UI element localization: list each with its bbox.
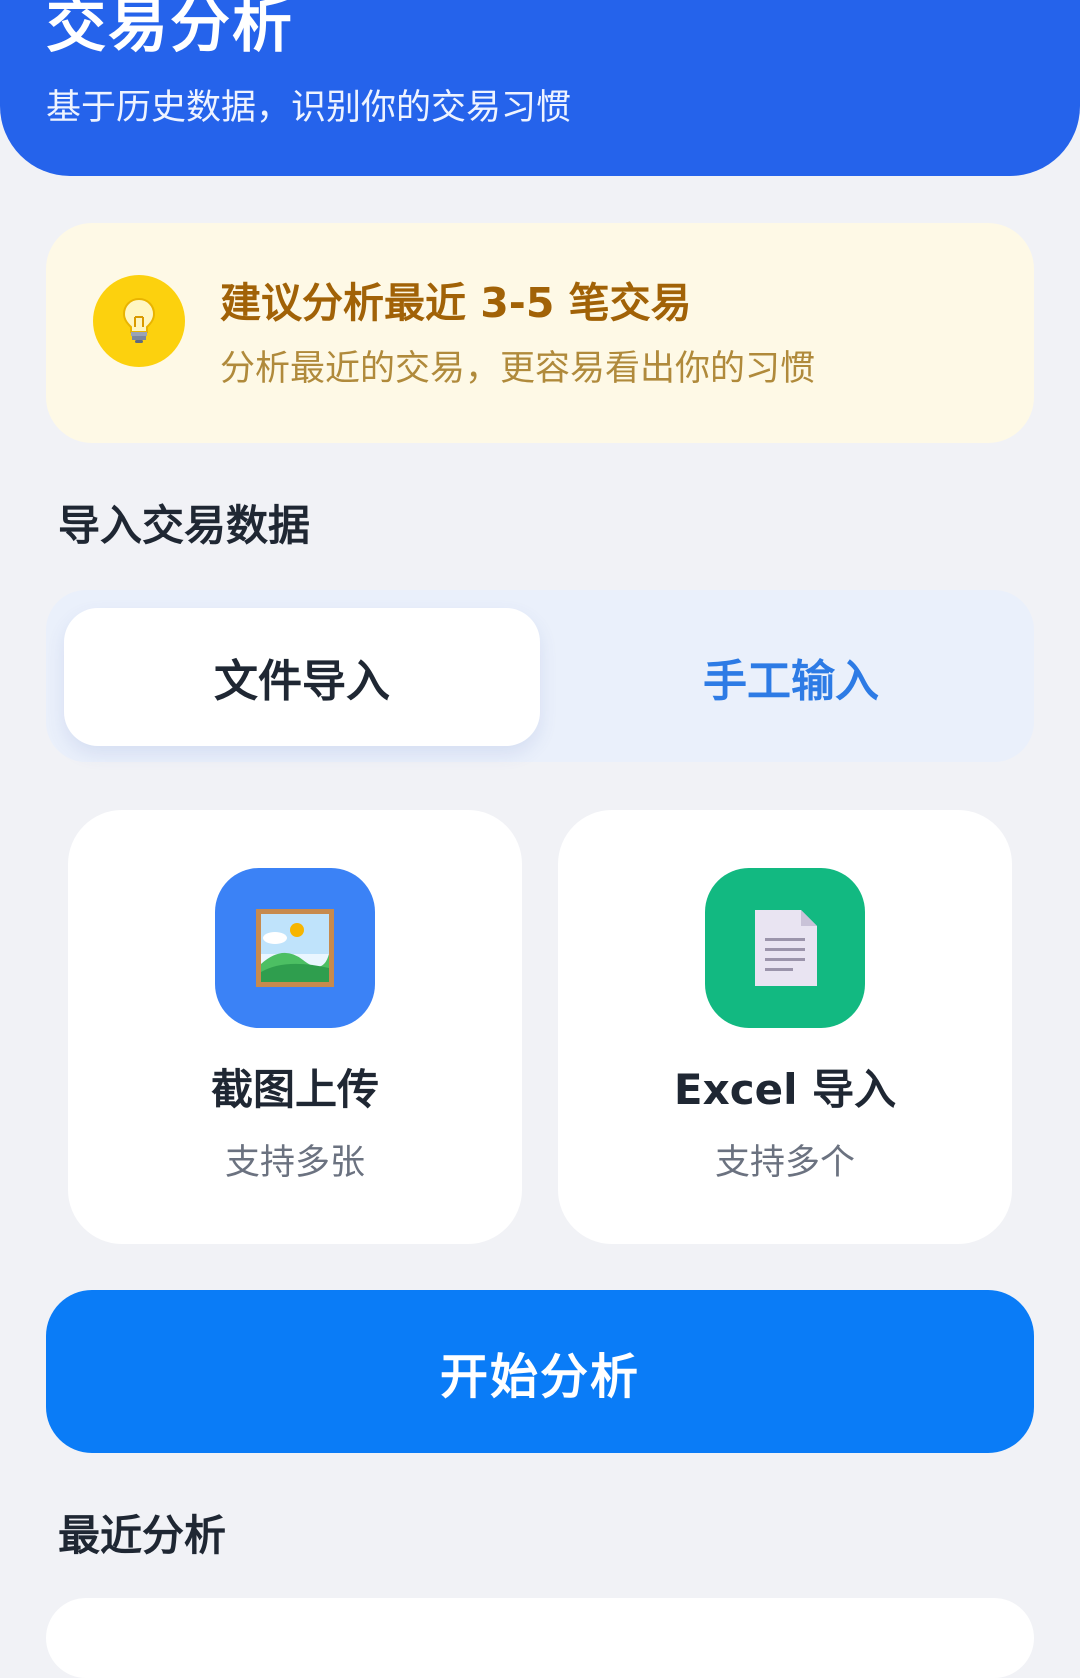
recent-analysis-card[interactable]	[46, 1598, 1034, 1678]
start-analysis-button[interactable]: 开始分析	[46, 1290, 1034, 1453]
tab-manual-input[interactable]: 手工输入	[566, 608, 1016, 746]
screenshot-upload-card[interactable]: 截图上传 支持多张	[68, 810, 522, 1244]
excel-import-title: Excel 导入	[673, 1065, 897, 1114]
excel-import-card[interactable]: Excel 导入 支持多个	[558, 810, 1012, 1244]
page-title: 交易分析	[46, 0, 294, 61]
import-mode-tabs: 文件导入 手工输入	[46, 590, 1034, 762]
lightbulb-icon	[93, 275, 185, 367]
tab-file-import[interactable]: 文件导入	[64, 608, 540, 746]
document-icon	[705, 868, 865, 1028]
screenshot-upload-subtitle: 支持多张	[224, 1143, 365, 1183]
screenshot-upload-title: 截图上传	[210, 1065, 379, 1114]
recent-section-title: 最近分析	[58, 1511, 227, 1560]
tip-description: 分析最近的交易，更容易看出你的习惯	[220, 349, 816, 389]
tip-title: 建议分析最近 3-5 笔交易	[220, 279, 692, 327]
tip-card: 建议分析最近 3-5 笔交易 分析最近的交易，更容易看出你的习惯	[46, 223, 1034, 443]
picture-icon	[215, 868, 375, 1028]
excel-import-subtitle: 支持多个	[714, 1143, 855, 1183]
import-section-title: 导入交易数据	[58, 501, 311, 550]
page-header: 交易分析 基于历史数据，识别你的交易习惯	[0, 0, 1080, 176]
page-subtitle: 基于历史数据，识别你的交易习惯	[46, 88, 572, 128]
